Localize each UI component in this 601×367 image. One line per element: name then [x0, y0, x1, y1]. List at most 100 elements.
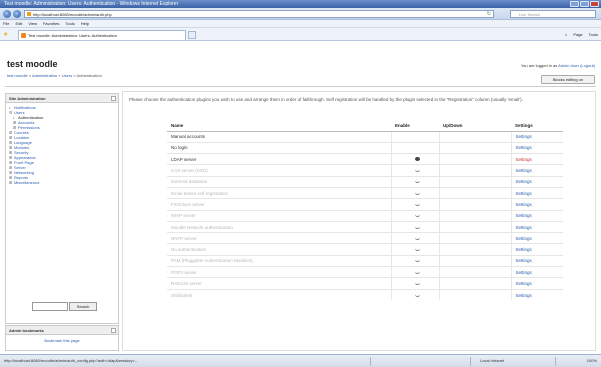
- settings-link[interactable]: Settings: [511, 243, 563, 256]
- settings-link[interactable]: Settings: [511, 186, 563, 199]
- enable-chevron-icon[interactable]: [414, 258, 420, 263]
- menu-help[interactable]: Help: [81, 20, 89, 27]
- url-field[interactable]: http://localhost:8080/moodle/admin/auth.…: [24, 10, 494, 18]
- enable-chevron-icon[interactable]: [414, 202, 420, 206]
- enable-chevron-icon[interactable]: [414, 191, 420, 195]
- maximize-button[interactable]: [580, 1, 589, 7]
- status-url: http://localhost:8080/moodle/admin/auth_…: [4, 358, 139, 363]
- plugin-name: CAS server (SSO): [167, 164, 392, 177]
- settings-link[interactable]: Settings: [511, 277, 563, 290]
- zoom-level[interactable]: 100%: [587, 355, 597, 367]
- settings-link[interactable]: Settings: [511, 220, 563, 233]
- settings-link[interactable]: Settings: [511, 130, 563, 143]
- hide-eye-icon[interactable]: [414, 156, 420, 161]
- plugin-name: IMAP server: [167, 209, 392, 222]
- updown-cell: [439, 232, 512, 244]
- blocks-editing-button[interactable]: Blocks editing on: [541, 75, 595, 84]
- enable-chevron-icon[interactable]: [414, 281, 420, 285]
- tab-bar: ★ Test moodle: Administration: Users: Au…: [0, 28, 601, 41]
- settings-link[interactable]: Settings: [511, 141, 563, 154]
- search-input[interactable]: Live Search: [510, 10, 596, 18]
- enable-cell: [391, 186, 440, 199]
- enable-cell: [391, 266, 440, 278]
- table-row: RADIUS server Settings: [167, 277, 563, 290]
- updown-cell: [439, 243, 512, 256]
- home-icon[interactable]: ⌂: [565, 31, 567, 38]
- block-header: Site Administration: [6, 94, 118, 103]
- block-header: Admin bookmarks: [6, 326, 118, 335]
- tools-menu[interactable]: Tools: [589, 31, 598, 38]
- enable-cell: [391, 198, 440, 211]
- breadcrumb: test moodle » Administration » Users » A…: [7, 73, 102, 78]
- enable-cell: [391, 130, 440, 143]
- hide-block-icon[interactable]: [111, 328, 116, 333]
- menu-edit[interactable]: Edit: [15, 20, 22, 27]
- settings-link[interactable]: Settings: [511, 153, 563, 165]
- admin-tree-label: Miscellaneous: [14, 180, 40, 185]
- login-info: You are logged in as Admin User (Logout): [521, 63, 595, 68]
- menu-favorites[interactable]: Favorites: [43, 20, 59, 27]
- settings-link[interactable]: Settings: [511, 232, 563, 244]
- breadcrumb-users[interactable]: Users: [62, 73, 72, 78]
- minimize-button[interactable]: [570, 1, 579, 7]
- new-tab-button[interactable]: [188, 31, 196, 39]
- enable-cell: [391, 209, 440, 222]
- updown-cell: [439, 175, 512, 188]
- updown-cell: [439, 130, 512, 143]
- enable-cell: [391, 277, 440, 290]
- plugin-name: Email-based self-registration: [167, 186, 392, 199]
- close-button[interactable]: [590, 1, 599, 7]
- enable-chevron-icon[interactable]: [414, 293, 420, 297]
- admin-search-input[interactable]: [32, 302, 68, 311]
- settings-link[interactable]: Settings: [511, 198, 563, 211]
- updown-cell: [439, 288, 512, 301]
- table-row: POP3 server Settings: [167, 266, 563, 278]
- favorites-star-icon[interactable]: ★: [3, 31, 8, 38]
- settings-link[interactable]: Settings: [511, 266, 563, 278]
- back-icon[interactable]: ‹: [3, 10, 11, 18]
- enable-chevron-icon[interactable]: [414, 247, 420, 252]
- admin-tree-item[interactable]: ⊞ Miscellaneous: [9, 180, 118, 185]
- enable-chevron-icon[interactable]: [414, 236, 420, 240]
- url-text: http://localhost:8080/moodle/admin/auth.…: [33, 12, 112, 17]
- page-icon: [27, 12, 31, 16]
- settings-link[interactable]: Settings: [511, 175, 563, 188]
- menu-view[interactable]: View: [28, 20, 37, 27]
- plugin-name: LDAP server: [167, 153, 392, 165]
- column-header-enable: Enable: [391, 120, 439, 132]
- enable-chevron-icon[interactable]: [414, 270, 420, 274]
- page-menu[interactable]: Page: [573, 31, 582, 38]
- enable-chevron-icon[interactable]: [414, 213, 420, 218]
- enable-cell: [391, 288, 440, 301]
- auth-rows: Manual accounts Settings No login Settings L…: [167, 130, 563, 301]
- breadcrumb-administration[interactable]: Administration: [32, 73, 57, 78]
- table-row: No authentication Settings: [167, 243, 563, 256]
- bookmark-this-page-link[interactable]: Bookmark this page: [6, 335, 118, 343]
- window-title: Test moodle: Administration: Users: Auth…: [4, 1, 179, 7]
- table-row: No login Settings: [167, 141, 563, 154]
- page-content: test moodle You are logged in as Admin U…: [0, 41, 601, 354]
- settings-link[interactable]: Settings: [511, 254, 563, 267]
- enable-chevron-icon[interactable]: [414, 225, 420, 229]
- plugin-name: Manual accounts: [167, 130, 392, 143]
- plugin-name: RADIUS server: [167, 277, 392, 290]
- enable-chevron-icon[interactable]: [414, 168, 420, 173]
- settings-link[interactable]: Settings: [511, 209, 563, 222]
- menu-tools[interactable]: Tools: [65, 20, 74, 27]
- updown-cell: [439, 277, 512, 290]
- enable-chevron-icon[interactable]: [414, 179, 420, 184]
- refresh-icon[interactable]: ↻: [487, 11, 491, 18]
- tab-active[interactable]: Test moodle: Administration: Users: Auth…: [18, 30, 186, 40]
- hide-block-icon[interactable]: [111, 96, 116, 101]
- address-bar: ‹ › http://localhost:8080/moodle/admin/a…: [0, 8, 601, 20]
- block-title: Site Administration: [9, 96, 46, 101]
- admin-search-button[interactable]: Search: [69, 302, 97, 311]
- settings-link[interactable]: Settings: [511, 288, 563, 301]
- instructions-text: Please choose the authentication plugins…: [129, 97, 523, 102]
- moodle-header: test moodle You are logged in as Admin U…: [0, 41, 601, 84]
- menu-file[interactable]: File: [3, 20, 9, 27]
- settings-link[interactable]: Settings: [511, 164, 563, 177]
- forward-icon[interactable]: ›: [13, 10, 21, 18]
- login-user-link[interactable]: Admin User (Logout): [558, 63, 595, 68]
- breadcrumb-home[interactable]: test moodle: [7, 73, 28, 78]
